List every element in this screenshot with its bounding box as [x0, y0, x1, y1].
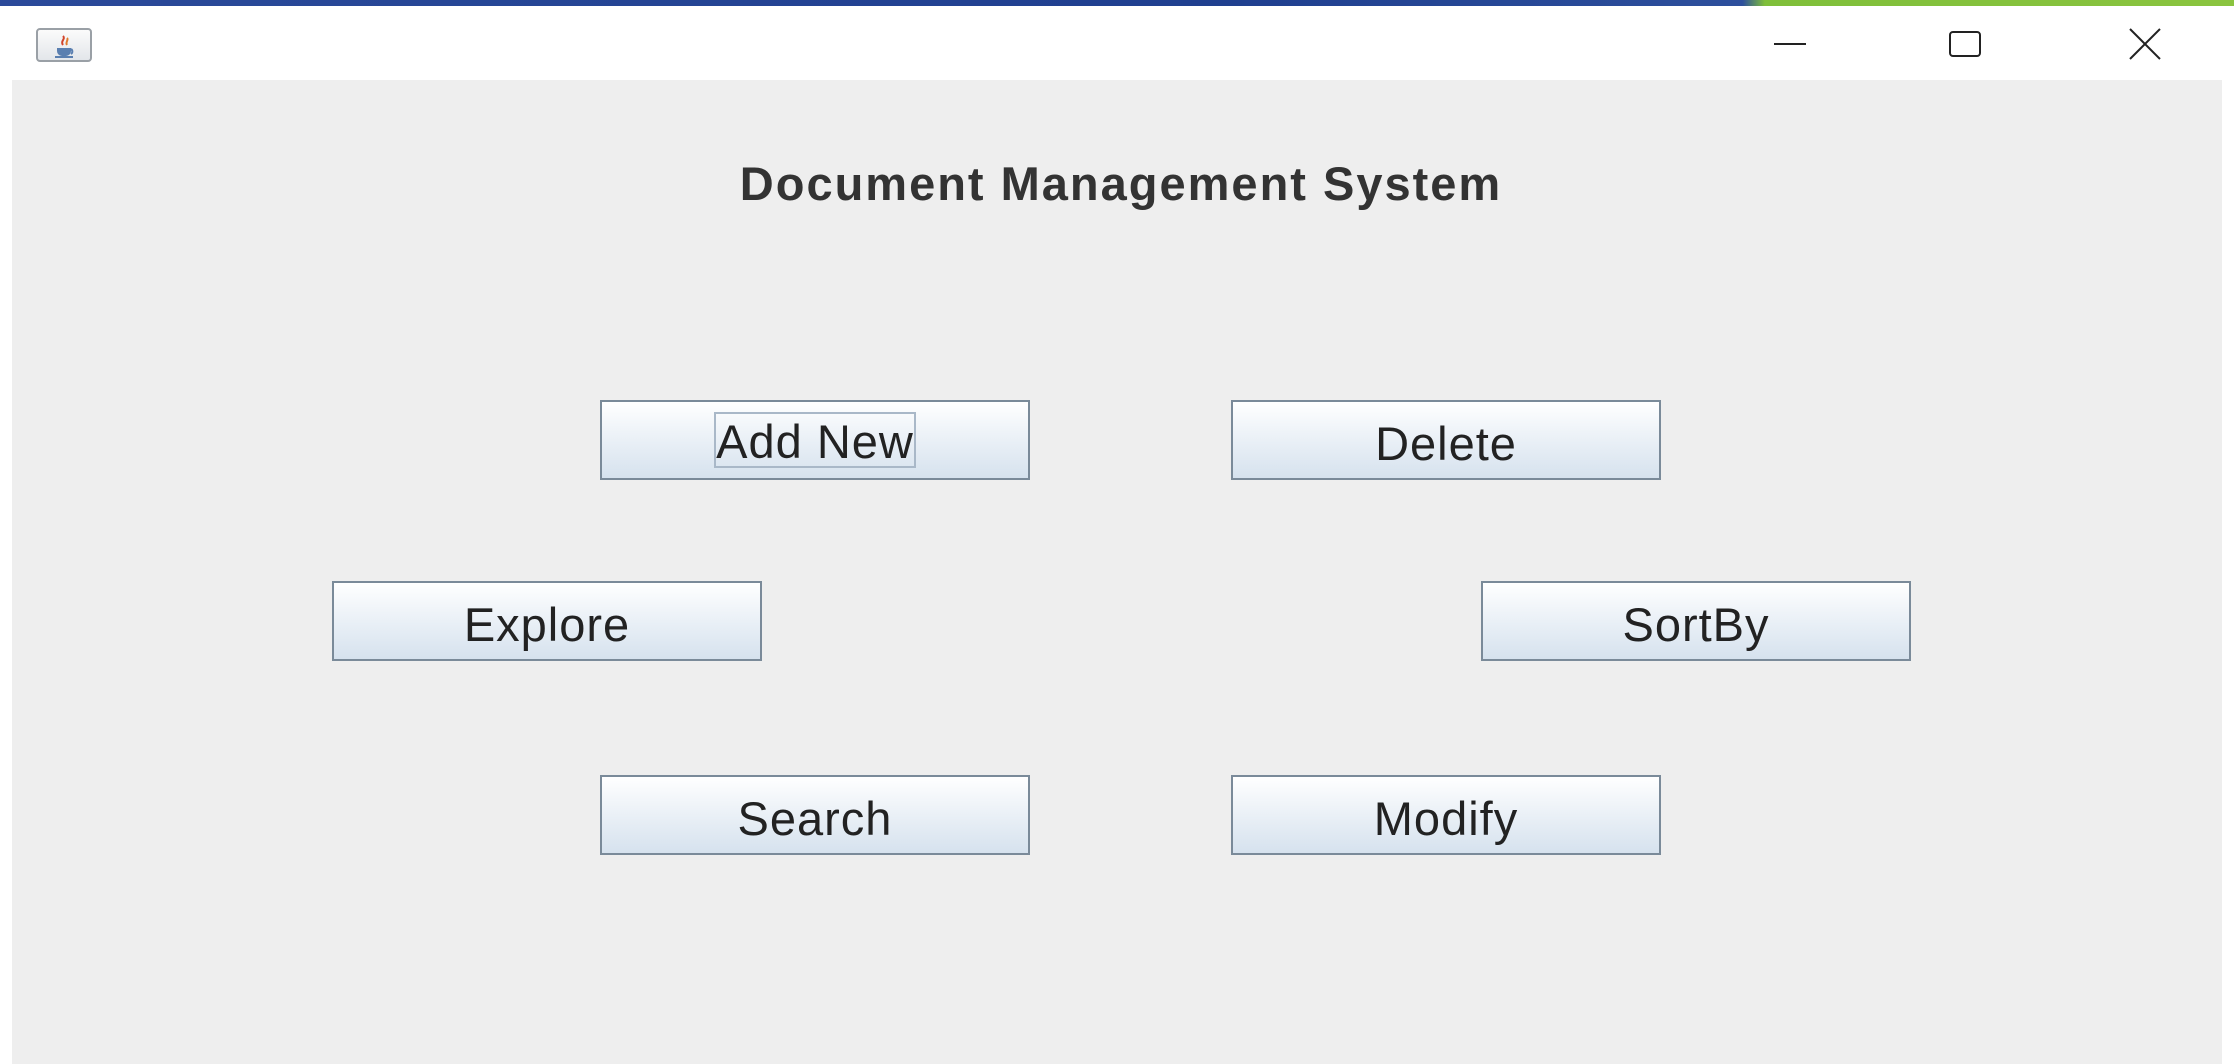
explore-button[interactable]: Explore	[332, 581, 762, 661]
delete-button[interactable]: Delete	[1231, 400, 1661, 480]
sortby-label: SortBy	[1622, 598, 1770, 651]
java-cup-icon[interactable]	[36, 28, 92, 62]
sortby-button[interactable]: SortBy	[1481, 581, 1911, 661]
add-new-label: Add New	[714, 412, 916, 468]
close-icon	[2129, 28, 2161, 60]
close-button[interactable]	[2100, 16, 2190, 72]
add-new-button[interactable]: Add New	[600, 400, 1030, 480]
app-window: Document Management System Add New Delet…	[0, 6, 2234, 1064]
search-label: Search	[737, 792, 893, 845]
minimize-icon	[1774, 43, 1806, 45]
explore-label: Explore	[463, 598, 631, 651]
search-button[interactable]: Search	[600, 775, 1030, 855]
maximize-button[interactable]	[1920, 16, 2010, 72]
minimize-button[interactable]	[1745, 16, 1835, 72]
screen: Document Management System Add New Delet…	[0, 0, 2234, 1064]
modify-label: Modify	[1373, 792, 1519, 845]
title-bar[interactable]	[0, 6, 2234, 80]
delete-label: Delete	[1375, 417, 1517, 470]
page-title: Document Management System	[739, 157, 1503, 210]
maximize-icon	[1949, 31, 1981, 57]
modify-button[interactable]: Modify	[1231, 775, 1661, 855]
content-panel: Document Management System Add New Delet…	[12, 80, 2222, 1064]
